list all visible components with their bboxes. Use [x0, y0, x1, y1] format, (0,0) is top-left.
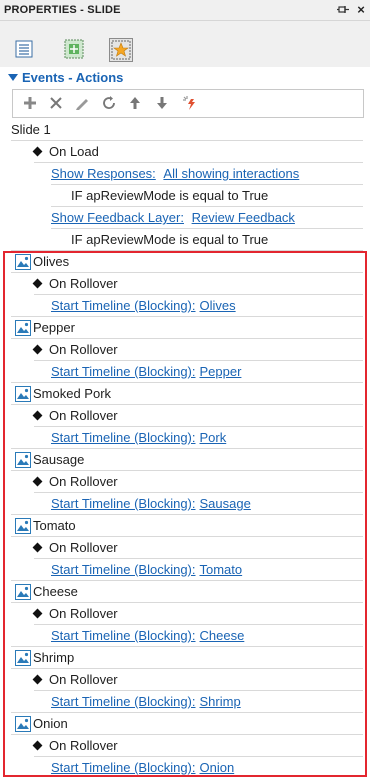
collapse-arrow-icon[interactable]	[8, 74, 18, 81]
magic-icon[interactable]	[181, 94, 199, 112]
move-down-icon[interactable]	[153, 94, 171, 112]
event-on-load[interactable]: On Load	[32, 141, 99, 163]
edit-icon[interactable]	[73, 94, 91, 112]
events-actions-header[interactable]: Events - Actions	[0, 68, 370, 88]
highlight-box	[3, 251, 367, 777]
delete-icon[interactable]	[47, 94, 65, 112]
refresh-icon[interactable]	[100, 94, 118, 112]
close-icon[interactable]: ×	[354, 0, 368, 20]
add-icon[interactable]	[21, 94, 39, 112]
panel-titlebar: PROPERTIES - SLIDE ×	[0, 0, 370, 21]
list-icon	[15, 40, 33, 58]
event-diamond-icon	[32, 146, 43, 157]
condition-text: IF apReviewMode is equal to True	[71, 232, 269, 247]
action-link[interactable]: Show Responses:	[51, 166, 156, 181]
slide-node[interactable]: Slide 1	[11, 119, 51, 141]
action-link[interactable]: Show Feedback Layer:	[51, 210, 184, 225]
move-up-icon[interactable]	[126, 94, 144, 112]
event-label: On Load	[49, 144, 99, 159]
properties-tab[interactable]	[13, 38, 35, 60]
style-tab[interactable]	[63, 38, 85, 60]
section-title: Events - Actions	[22, 70, 124, 85]
move-icon	[64, 39, 84, 59]
condition-text: IF apReviewMode is equal to True	[71, 188, 269, 203]
action-target-link[interactable]: All showing interactions	[163, 166, 299, 181]
action-target-link[interactable]: Review Feedback	[192, 210, 295, 225]
panel-title: PROPERTIES - SLIDE	[4, 4, 121, 16]
action-toolbar	[12, 89, 364, 118]
star-icon	[111, 40, 131, 60]
action-row: Show Feedback Layer: Review Feedback	[51, 207, 295, 229]
pin-icon[interactable]	[336, 3, 350, 17]
panel-tabs	[0, 21, 370, 67]
action-row: Show Responses: All showing interactions	[51, 163, 299, 185]
actions-tab[interactable]	[109, 38, 133, 62]
